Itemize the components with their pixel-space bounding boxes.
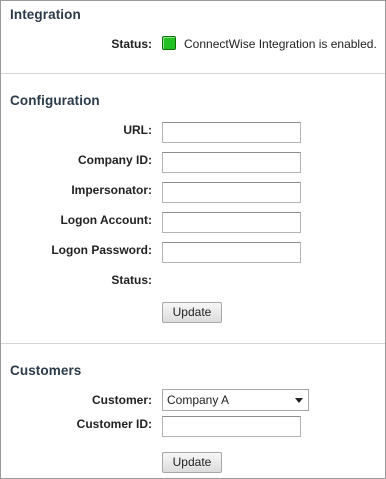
configuration-update-button[interactable]: Update: [162, 302, 222, 323]
customer-select[interactable]: Company A: [162, 389, 309, 411]
logon-password-label: Logon Password:: [51, 243, 152, 257]
integration-panel: Integration Status: ConnectWise Integrat…: [0, 0, 386, 479]
logon-account-label: Logon Account:: [60, 213, 152, 227]
integration-status-label: Status:: [111, 37, 152, 51]
url-label: URL:: [123, 123, 152, 137]
customer-selected-value: Company A: [167, 393, 230, 407]
company-id-input[interactable]: [162, 152, 301, 173]
impersonator-input[interactable]: [162, 182, 301, 203]
configuration-section-title: Configuration: [10, 93, 100, 108]
integration-section-title: Integration: [10, 7, 81, 22]
customer-id-label: Customer ID:: [76, 417, 152, 431]
section-divider: [1, 343, 385, 344]
company-id-label: Company ID:: [77, 153, 152, 167]
logon-account-input[interactable]: [162, 212, 301, 233]
configuration-status-label: Status:: [111, 273, 152, 287]
section-divider: [1, 73, 385, 74]
customers-update-button[interactable]: Update: [162, 452, 222, 473]
chevron-down-icon: [295, 398, 303, 403]
customers-section-title: Customers: [10, 363, 82, 378]
impersonator-label: Impersonator:: [71, 183, 152, 197]
integration-status-text: ConnectWise Integration is enabled.: [184, 37, 377, 51]
customer-label: Customer:: [91, 393, 152, 407]
customer-id-input[interactable]: [162, 416, 301, 437]
status-indicator-icon: [162, 36, 176, 50]
logon-password-input[interactable]: [162, 242, 301, 263]
url-input[interactable]: [162, 122, 301, 143]
